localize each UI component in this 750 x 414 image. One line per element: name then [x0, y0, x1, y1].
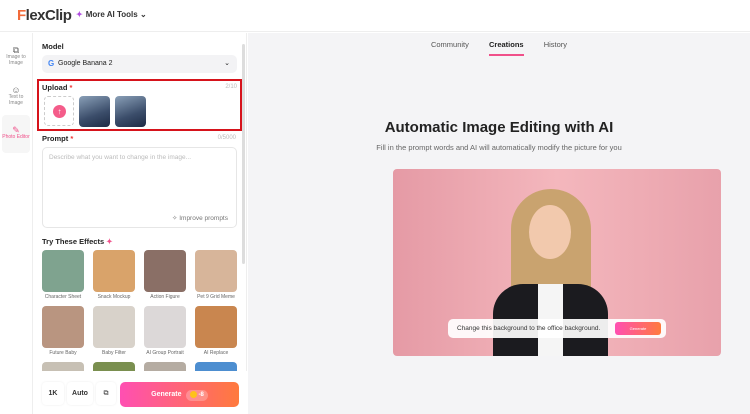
header: FlexClip ✦ More AI Tools ⌄: [0, 0, 750, 32]
flexclip-logo[interactable]: FlexClip: [17, 7, 72, 24]
effects-label: Try These Effects ✦: [42, 237, 113, 246]
upload-button[interactable]: ↑: [44, 96, 74, 126]
coin-icon: [189, 390, 197, 398]
effect-label: AI Replace: [203, 350, 229, 356]
main-area: Community Creations History Automatic Im…: [248, 33, 750, 414]
page-title: Automatic Image Editing with AI: [384, 119, 614, 136]
effect-thumbnail: [144, 306, 186, 348]
text-image-icon: ☺: [11, 85, 21, 95]
prompt-box: ✧ Improve prompts: [42, 147, 237, 228]
effect-thumbnail: [42, 250, 84, 292]
chevron-down-icon: ⌄: [224, 60, 230, 67]
settings-panel: Model G Google Banana 2 ⌄ Upload * 2/10 ↑ …: [33, 33, 247, 414]
upload-count: 2/10: [225, 84, 237, 90]
image-settings-icon[interactable]: ⧉: [96, 382, 116, 405]
upload-icon: ↑: [53, 105, 66, 118]
upload-section: Upload * 2/10 ↑: [37, 79, 242, 131]
effect-thumbnail: [93, 250, 135, 292]
tab-community[interactable]: Community: [431, 40, 469, 54]
effect-card[interactable]: Baby Filter: [93, 306, 135, 356]
chevron-down-icon: ⌄: [139, 10, 147, 19]
tab-history[interactable]: History: [544, 40, 567, 54]
effect-thumbnail: [93, 306, 135, 348]
prompt-count: 0/5000: [217, 135, 236, 141]
demo-prompt-bar: Change this background to the office bac…: [448, 319, 666, 338]
magic-icon: ✧: [171, 215, 178, 222]
effect-card[interactable]: Future Baby: [42, 306, 84, 356]
tool-rail: ⧉ Image to Image ☺ Text to Image ✎ Photo Ed…: [0, 33, 33, 414]
upload-label: Upload *: [42, 83, 73, 92]
effect-label: Pet 9 Grid Meme: [197, 294, 235, 300]
effect-label: Snack Mockup: [97, 294, 131, 300]
page-subtitle: Fill in the prompt words and AI will aut…: [376, 143, 622, 152]
uploaded-image-thumb[interactable]: [79, 96, 110, 127]
prompt-label: Prompt *: [42, 134, 74, 143]
effect-thumbnail: [42, 306, 84, 348]
effect-thumbnail: [195, 306, 237, 348]
prompt-input[interactable]: [49, 154, 234, 204]
demo-generate-button: Generate: [615, 322, 661, 335]
improve-prompts-button[interactable]: ✧ Improve prompts: [172, 214, 228, 222]
effect-card[interactable]: Pet 9 Grid Meme: [195, 250, 237, 300]
tab-creations[interactable]: Creations: [489, 40, 524, 56]
images-icon: ⧉: [12, 45, 20, 55]
effect-card[interactable]: AI Replace: [195, 306, 237, 356]
effect-label: AI Group Portrait: [146, 350, 184, 356]
effect-label: Baby Filter: [102, 350, 126, 356]
generate-button[interactable]: Generate -8: [120, 382, 239, 407]
effect-card[interactable]: AI Group Portrait: [144, 306, 186, 356]
panel-scrollbar[interactable]: [242, 44, 245, 264]
uploaded-image-thumb[interactable]: [115, 96, 146, 127]
google-icon: G: [48, 59, 55, 68]
effect-card[interactable]: Action Figure: [144, 250, 186, 300]
ratio-button[interactable]: Auto: [67, 382, 93, 405]
effect-card[interactable]: Character Sheet: [42, 250, 84, 300]
resolution-button[interactable]: 1K: [42, 382, 64, 405]
model-label: Model: [42, 42, 64, 51]
effect-label: Action Figure: [150, 294, 180, 300]
effect-thumbnail: [195, 250, 237, 292]
demo-image: Change this background to the office bac…: [393, 169, 721, 356]
model-select[interactable]: G Google Banana 2 ⌄: [42, 55, 237, 73]
effect-card[interactable]: Snack Mockup: [93, 250, 135, 300]
rail-image-to-image[interactable]: ⧉ Image to Image: [2, 35, 30, 73]
rail-text-to-image[interactable]: ☺ Text to Image: [2, 75, 30, 113]
photo-editor-icon: ✎: [12, 125, 20, 135]
generate-bar: 1K Auto ⧉ Generate -8: [33, 371, 247, 414]
credits-badge: -8: [185, 390, 208, 401]
effect-thumbnail: [144, 250, 186, 292]
tabs: Community Creations History: [248, 40, 750, 56]
sparkle-icon: ✦: [76, 10, 83, 19]
more-ai-tools-menu[interactable]: ✦ More AI Tools ⌄: [76, 10, 147, 19]
rail-photo-editor[interactable]: ✎ Photo Editor: [2, 115, 30, 153]
effect-label: Future Baby: [49, 350, 77, 356]
effect-label: Character Sheet: [44, 294, 82, 300]
